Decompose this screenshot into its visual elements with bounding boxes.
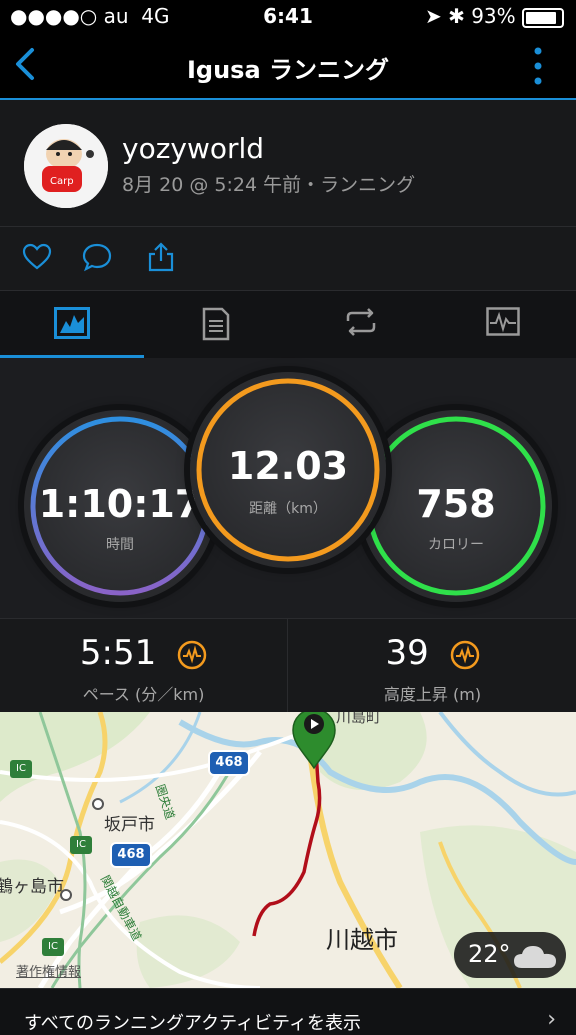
pace-value-row: 5:51 <box>0 633 287 673</box>
svg-text:Carp: Carp <box>50 176 74 187</box>
time-ring: 1:10:17 時間 <box>24 410 216 602</box>
elevation-value-row: 39 <box>289 633 576 673</box>
username[interactable]: yozyworld <box>122 132 264 165</box>
map-label-kawagoe: 川越市 <box>326 926 398 954</box>
weather-chip: 22° <box>454 932 566 978</box>
ic-sign: IC <box>10 760 32 778</box>
tab-overview[interactable] <box>0 291 144 357</box>
pace-label: ペース (分／km) <box>82 685 205 704</box>
view-all-runs-label: すべてのランニングアクティビティを表示 <box>24 1013 361 1034</box>
avatar-cartoon-icon: Carp <box>24 124 108 208</box>
comment-bubble-icon[interactable] <box>82 242 112 272</box>
share-icon[interactable] <box>146 242 176 272</box>
pace-cell[interactable]: 5:51 ペース (分／km) <box>0 619 287 713</box>
secondary-stats: 5:51 ペース (分／km) 39 高度上昇 (m) <box>0 618 576 713</box>
status-bar: ●●●●○ au 4G 6:41 ➤ ✱ 93% <box>0 0 576 34</box>
divider <box>0 226 576 227</box>
calories-label: カロリー <box>428 537 484 553</box>
location-icon: ➤ <box>424 4 442 28</box>
map-label-tsurugashima: 鶴ヶ島市 <box>0 877 64 897</box>
calories-ring: 758 カロリー <box>360 410 552 602</box>
battery-icon <box>522 7 564 28</box>
distance-ring: 12.03 距離（km） <box>190 372 386 568</box>
chevron-right-icon: › <box>547 1007 556 1032</box>
elevation-value: 39 <box>385 633 429 673</box>
nav-bar: Igusa ランニング <box>0 34 576 100</box>
tab-laps[interactable] <box>288 291 432 357</box>
elevation-insight-icon <box>450 640 479 669</box>
ic-sign: IC <box>70 836 92 854</box>
view-all-runs-row[interactable]: すべてのランニングアクティビティを表示 › <box>0 988 576 1034</box>
activity-header: Carp yozyworld 8月 20 @ 5:24 午前・ランニング <box>0 100 576 290</box>
battery-percent: 93% <box>471 4 516 28</box>
charts-monitor-icon <box>486 307 520 336</box>
route-468-shield: 468 <box>208 750 250 776</box>
tab-details[interactable] <box>144 291 288 357</box>
cloud-icon <box>514 946 556 968</box>
pace-value: 5:51 <box>79 633 157 673</box>
details-document-icon <box>202 307 230 341</box>
tab-charts[interactable] <box>432 291 576 357</box>
pace-insight-icon <box>177 640 207 669</box>
laps-repeat-icon <box>346 308 376 336</box>
distance-value: 12.03 <box>227 444 349 488</box>
activity-meta: 8月 20 @ 5:24 午前・ランニング <box>122 174 416 196</box>
map-label-sakado: 坂戸市 <box>104 815 155 835</box>
stats-panel: 1:10:17 時間 758 カロリー 12.03 距離（km） <box>0 358 576 618</box>
tab-bar <box>0 290 576 360</box>
like-heart-icon[interactable] <box>22 242 52 272</box>
bluetooth-icon: ✱ <box>448 4 465 28</box>
distance-label: 距離（km） <box>249 501 327 517</box>
more-options-icon[interactable] <box>534 46 542 86</box>
page-title: Igusa ランニング <box>186 56 390 84</box>
avatar[interactable]: Carp <box>24 124 108 208</box>
map-copyright-link[interactable]: 著作権情報 <box>16 961 81 980</box>
route-468-shield: 468 <box>110 842 152 868</box>
map-label-kawashima: 川島町 <box>336 712 382 726</box>
calories-value: 758 <box>416 482 496 526</box>
weather-temp: 22° <box>468 940 511 968</box>
time-value: 1:10:17 <box>38 482 202 526</box>
pace-divider <box>287 619 288 713</box>
time-label: 時間 <box>106 537 134 553</box>
route-map[interactable]: 468 468 IC IC IC 川島町 坂戸市 鶴ヶ島市 川越市 著作権情報 … <box>0 712 576 988</box>
ic-sign: IC <box>42 938 64 956</box>
elevation-label: 高度上昇 (m) <box>383 685 482 704</box>
start-pin-icon[interactable] <box>291 712 337 770</box>
overview-tab-icon <box>54 307 90 339</box>
elevation-cell[interactable]: 39 高度上昇 (m) <box>289 619 576 713</box>
status-right: ➤ ✱ 93% <box>425 4 564 28</box>
